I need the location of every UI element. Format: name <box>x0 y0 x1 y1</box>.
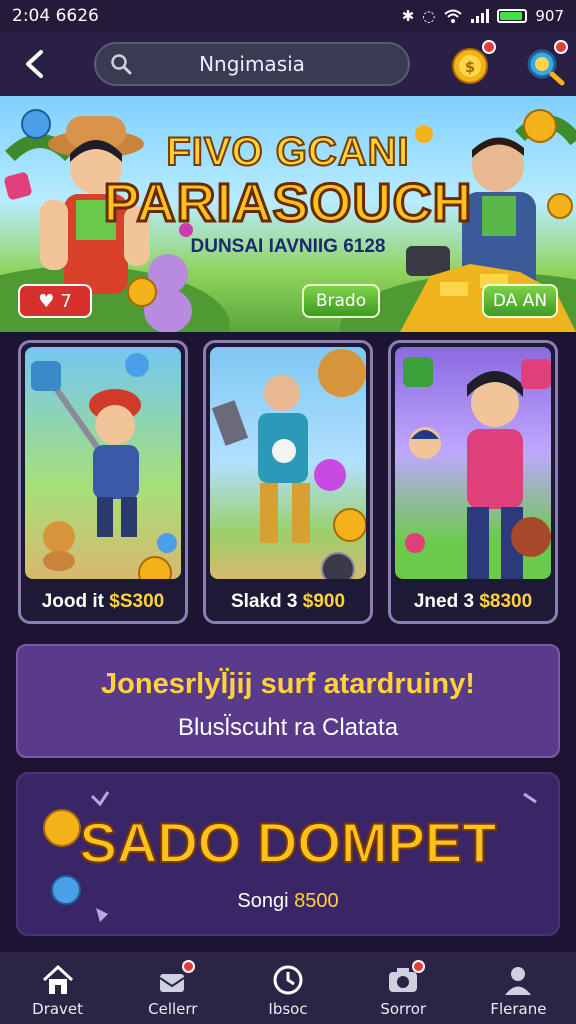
status-bar: 2:04 6626 ✱ ◌ 907 <box>0 0 576 32</box>
nav-label: Cellerr <box>148 1000 198 1018</box>
banner-title-line2: PARIASOUCH <box>102 172 473 235</box>
game-card[interactable]: Slakd 3 $900 <box>203 340 373 624</box>
nav-label: Flerane <box>490 1000 547 1018</box>
signal-icon <box>471 9 490 23</box>
likes-button[interactable]: ♥ 7 <box>18 284 92 318</box>
card-label: Jned 3 $8300 <box>413 591 533 612</box>
rewards-search-button[interactable] <box>522 40 568 86</box>
svg-text:$: $ <box>465 58 475 76</box>
banner-title-line1: FIVO GCANI <box>165 129 410 175</box>
user-icon <box>505 967 532 995</box>
wallet-panel[interactable]: SADO DOMPET Songi 8500 <box>16 772 560 936</box>
promo-panel[interactable]: Jonesrlyl̈jij surf atardruiny! Blusl̈scu… <box>16 644 560 758</box>
card-price: $900 <box>302 591 346 612</box>
clock-icon <box>273 965 303 995</box>
back-button[interactable] <box>14 44 54 84</box>
card-artwork <box>210 347 366 579</box>
game-card[interactable]: Jood it $S300 <box>18 340 188 624</box>
notification-badge <box>482 40 496 54</box>
notification-badge <box>554 40 568 54</box>
card-price: $8300 <box>479 591 533 612</box>
card-label: Jood it $S300 <box>41 591 165 612</box>
card-label: Slakd 3 $900 <box>230 591 346 612</box>
nav-label: Dravet <box>32 1000 84 1018</box>
heart-icon: ♥ <box>38 290 55 312</box>
battery-level <box>500 12 523 20</box>
nav-label: Ibsoc <box>268 1000 308 1018</box>
banner-right-button[interactable]: DA AN <box>482 284 558 318</box>
battery-label: 907 <box>535 7 564 25</box>
likes-count: 7 <box>60 290 72 312</box>
notification-badge <box>412 960 426 973</box>
app-header: Nngimasia $ <box>0 32 576 96</box>
bottom-nav: Dravet Cellerr Ibsoc Sorror Flerane <box>0 952 576 1024</box>
card-artwork <box>395 347 551 579</box>
promo-title: Jonesrlyl̈jij surf atardruiny! <box>101 668 475 700</box>
search-input[interactable]: Nngimasia <box>96 52 408 76</box>
status-time: 2:04 6626 <box>12 6 99 26</box>
card-price: $S300 <box>109 591 165 612</box>
notification-badge <box>181 960 195 973</box>
game-cards: Jood it $S300 Slakd 3 $900 Jned 3 $8300 <box>18 340 558 626</box>
character-illustration <box>31 353 177 579</box>
nav-item-cellerr[interactable]: Cellerr <box>115 952 230 1024</box>
wallet-balance: Songi 8500 <box>237 890 339 912</box>
game-card[interactable]: Jned 3 $8300 <box>388 340 558 624</box>
nav-item-sorror[interactable]: Sorror <box>346 952 461 1024</box>
chevron-left-icon <box>26 50 43 78</box>
nav-label: Sorror <box>380 1000 427 1018</box>
alarm-icon: ◌ <box>422 7 436 25</box>
wifi-icon <box>444 9 463 23</box>
nav-item-dravet[interactable]: Dravet <box>0 952 115 1024</box>
promo-subtitle: Blusl̈scuht ra Clatata <box>177 714 399 741</box>
banner-left-button[interactable]: Brado <box>302 284 380 318</box>
search-bar[interactable]: Nngimasia <box>94 42 410 86</box>
bluetooth-icon: ✱ <box>401 7 415 25</box>
search-icon <box>111 54 132 75</box>
wallet-title: SADO DOMPET <box>79 810 498 875</box>
nav-item-ibsoc[interactable]: Ibsoc <box>230 952 345 1024</box>
gift-icon <box>155 960 195 998</box>
home-icon <box>42 964 73 994</box>
nav-item-flerane[interactable]: Flerane <box>461 952 576 1024</box>
coins-button[interactable]: $ <box>450 40 496 86</box>
status-icons: ✱ ◌ 907 <box>402 7 564 25</box>
card-artwork <box>25 347 181 579</box>
hero-banner[interactable]: FIVO GCANI PARIASOUCH DUNSAI IAVNIIG 612… <box>0 96 576 332</box>
camera-icon <box>385 960 426 998</box>
wallet-balance-value: 8500 <box>294 890 339 912</box>
battery-icon <box>497 9 528 23</box>
banner-subtitle: DUNSAI IAVNIIG 6128 <box>190 236 386 257</box>
character-illustration <box>211 349 366 579</box>
character-illustration <box>403 357 551 579</box>
